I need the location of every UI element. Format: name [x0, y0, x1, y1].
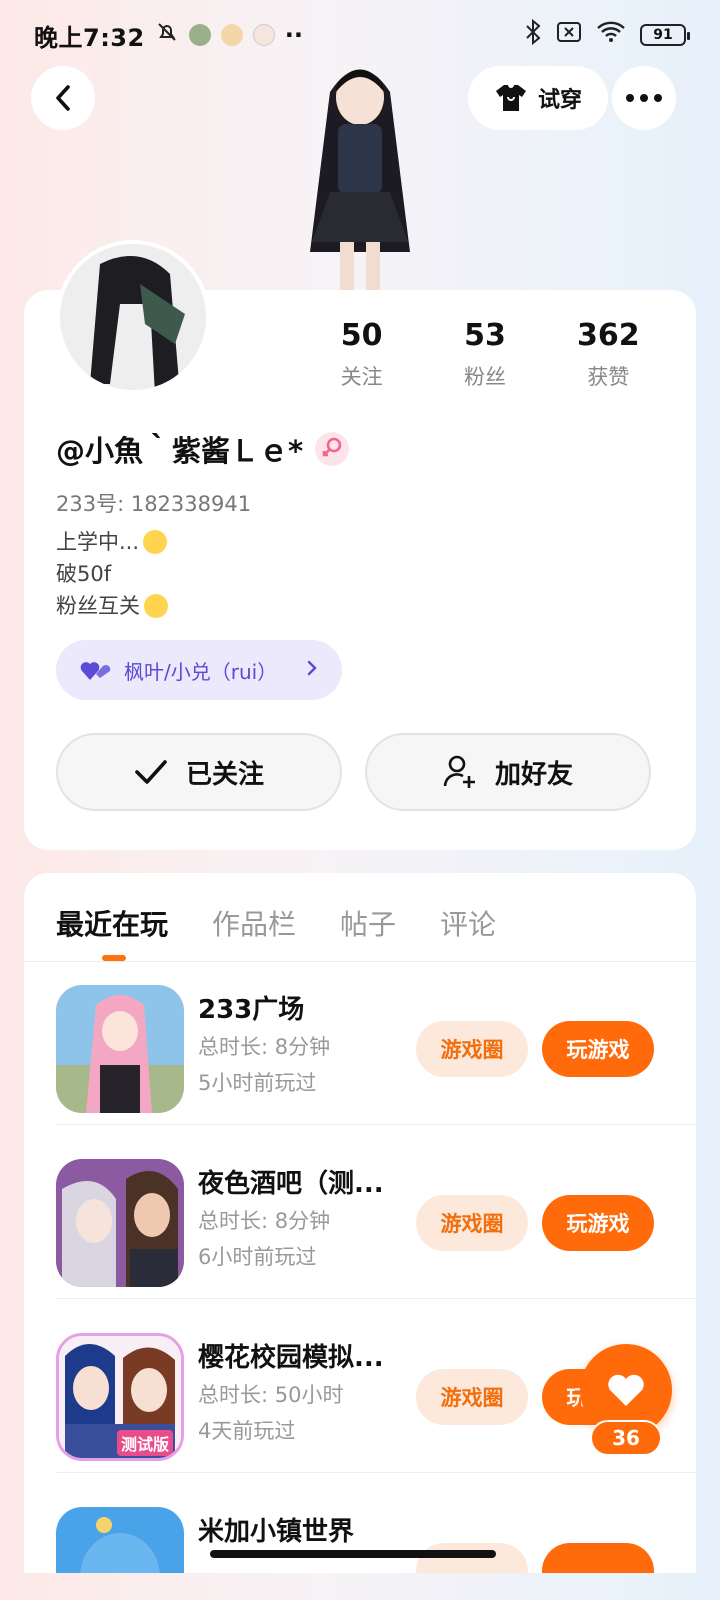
more-options-button[interactable] — [612, 66, 676, 130]
bio-text: 破50f — [56, 562, 112, 586]
tab-comments[interactable]: 评论 — [440, 903, 496, 943]
back-button[interactable] — [31, 66, 95, 130]
game-row[interactable]: 233广场 总时长: 8分钟 5小时前玩过 游戏圈 玩游戏 — [56, 949, 696, 1125]
bluetooth-icon — [524, 18, 542, 51]
play-game-button[interactable]: 玩游戏 — [542, 1195, 654, 1251]
game-name: 夜色酒吧（测... — [198, 1169, 384, 1199]
stat-value: 362 — [577, 318, 640, 353]
game-circle-button[interactable]: 游戏圈 — [416, 1369, 528, 1425]
bio-line: 粉丝互关 — [56, 590, 168, 622]
stat-label: 获赞 — [587, 365, 630, 389]
game-duration: 总时长: 50小时 — [198, 1383, 344, 1407]
game-duration: 总时长: 8分钟 — [198, 1209, 331, 1233]
stat-following[interactable]: 50 关注 — [300, 318, 423, 391]
try-on-label: 试穿 — [537, 88, 582, 113]
game-icon: 测试版 — [56, 1333, 184, 1461]
tshirt-icon — [495, 85, 526, 111]
double-heart-icon — [80, 662, 111, 680]
chevron-left-icon — [56, 85, 70, 111]
play-game-button[interactable]: 玩游戏 — [542, 1021, 654, 1077]
game-last-played: 6小时前玩过 — [198, 1245, 317, 1269]
stat-label: 关注 — [340, 365, 383, 389]
wink-emoji-icon — [144, 594, 168, 618]
battery-icon: 91 — [640, 24, 690, 46]
game-duration: 总时长: 8分钟 — [198, 1035, 331, 1059]
more-dots-icon — [626, 94, 662, 102]
avatar-3d-figure — [270, 52, 450, 292]
bell-muted-icon — [155, 20, 179, 50]
app-notification-icon — [220, 24, 243, 46]
heart-icon — [608, 1374, 644, 1406]
status-left: 晚上7:32 ·· — [34, 18, 303, 53]
try-on-button[interactable]: 试穿 — [468, 66, 608, 130]
stat-followers[interactable]: 53 粉丝 — [423, 318, 546, 391]
stat-value: 50 — [340, 318, 383, 353]
profile-stats: 50 关注 53 粉丝 362 获赞 — [300, 318, 670, 391]
game-name: 樱花校园模拟... — [198, 1343, 384, 1373]
game-circle-button[interactable] — [416, 1543, 528, 1573]
game-icon — [56, 1159, 184, 1287]
stat-label: 粉丝 — [463, 365, 506, 389]
game-circle-button[interactable]: 游戏圈 — [416, 1021, 528, 1077]
avatar[interactable] — [56, 240, 210, 394]
game-name: 米加小镇世界 — [198, 1517, 355, 1547]
tab-posts[interactable]: 帖子 — [340, 903, 396, 943]
username-row: @小魚｀紫酱Ｌｅ* — [56, 428, 350, 470]
game-row[interactable]: 测试版 樱花校园模拟... 总时长: 50小时 4天前玩过 游戏圈 玩游戏 — [56, 1297, 696, 1473]
bio-text: 上学中... — [56, 530, 140, 554]
user-id[interactable]: 233号: 182338941 — [56, 488, 251, 518]
bio-line: 破50f — [56, 558, 168, 590]
followed-label: 已关注 — [185, 759, 264, 790]
app-notification-icon — [188, 24, 211, 46]
tab-recently-played[interactable]: 最近在玩 — [56, 903, 168, 943]
add-friend-button[interactable]: 加好友 — [365, 733, 651, 811]
home-indicator[interactable] — [210, 1550, 496, 1558]
app-notification-icon — [252, 24, 275, 46]
status-time: 晚上7:32 — [34, 23, 145, 52]
stat-value: 53 — [464, 318, 506, 353]
content-tabs: 最近在玩 作品栏 帖子 评论 — [56, 903, 496, 943]
like-count: 36 — [590, 1420, 662, 1456]
game-icon — [56, 985, 184, 1113]
bio: 上学中... 破50f 粉丝互关 — [56, 526, 168, 622]
shush-emoji-icon — [143, 530, 168, 554]
game-row[interactable]: 夜色酒吧（测... 总时长: 8分钟 6小时前玩过 游戏圈 玩游戏 — [56, 1123, 696, 1299]
bio-text: 粉丝互关 — [56, 594, 140, 618]
female-icon — [315, 432, 350, 466]
add-friend-label: 加好友 — [494, 759, 573, 790]
stat-likes[interactable]: 362 获赞 — [547, 318, 670, 391]
tab-works[interactable]: 作品栏 — [212, 903, 296, 943]
status-right: 91 — [524, 18, 690, 51]
test-version-badge: 测试版 — [117, 1430, 174, 1456]
wifi-icon — [596, 21, 626, 49]
followed-button[interactable]: 已关注 — [56, 733, 342, 811]
game-icon — [56, 1507, 184, 1573]
add-friend-icon — [443, 755, 475, 788]
recent-games-card: 最近在玩 作品栏 帖子 评论 233广场 总时长: 8分钟 5小时前玩过 游戏圈… — [24, 873, 696, 1573]
check-icon — [135, 760, 167, 784]
game-circle-button[interactable]: 游戏圈 — [416, 1195, 528, 1251]
play-game-button[interactable] — [542, 1543, 654, 1573]
more-notifications: ·· — [284, 21, 303, 49]
chevron-right-icon — [306, 658, 318, 682]
game-last-played: 5小时前玩过 — [198, 1071, 317, 1095]
game-last-played: 4天前玩过 — [198, 1419, 296, 1443]
game-name: 233广场 — [198, 995, 305, 1025]
bio-line: 上学中... — [56, 526, 168, 558]
cp-relationship-tag[interactable]: 枫叶/小兑（rui） — [56, 640, 342, 700]
cp-tag-label: 枫叶/小兑（rui） — [124, 659, 278, 684]
sim-off-icon — [556, 21, 582, 49]
username: @小魚｀紫酱Ｌｅ* — [56, 434, 304, 468]
